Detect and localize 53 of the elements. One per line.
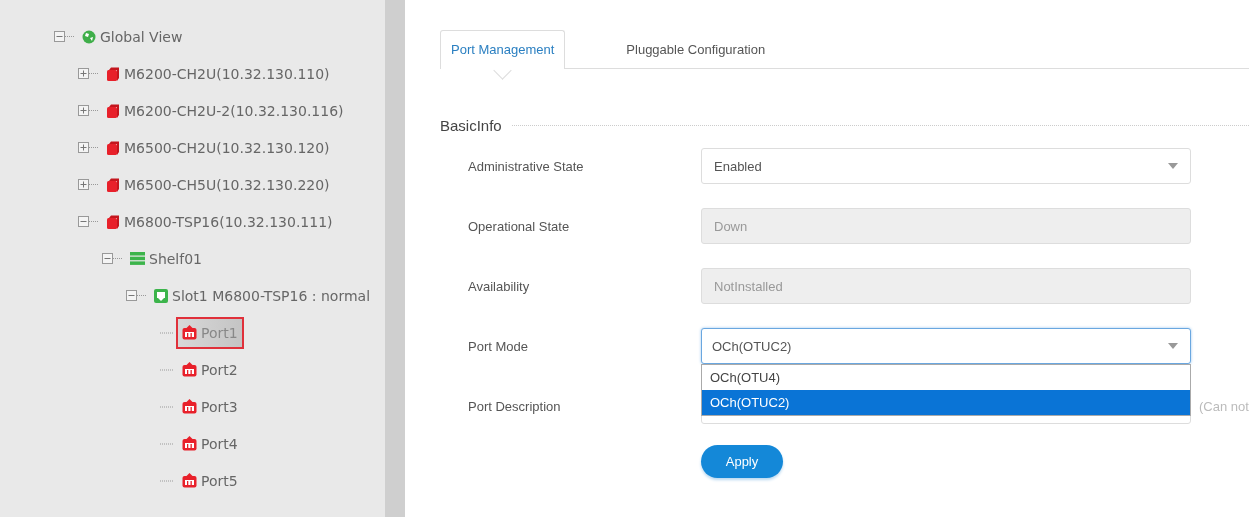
- tree-item[interactable]: Port3: [176, 390, 244, 423]
- tree-item[interactable]: Slot1 M6800-TSP16 : normal: [148, 279, 377, 312]
- tree-item[interactable]: Port4: [176, 427, 244, 460]
- port-icon: [182, 399, 197, 414]
- field-label: Availability: [467, 278, 531, 294]
- connector-line: [160, 479, 174, 482]
- field-label: Port Description: [467, 398, 562, 414]
- device-icon: [106, 103, 120, 118]
- port-icon: [182, 473, 197, 488]
- device-icon: [106, 66, 120, 81]
- collapse-icon[interactable]: [78, 216, 98, 227]
- dropdown-field[interactable]: OCh(OTUC2): [701, 328, 1191, 364]
- caret-icon: [1168, 343, 1178, 349]
- expand-icon[interactable]: [78, 142, 98, 153]
- dropdown-option[interactable]: OCh(OTU4): [702, 365, 1190, 390]
- connector-line: [160, 442, 174, 445]
- tree-item[interactable]: Port5: [176, 464, 244, 497]
- tree-item[interactable]: M6500-CH2U(10.32.130.120): [100, 131, 336, 164]
- collapse-icon[interactable]: [54, 31, 74, 42]
- field-label: Port Mode: [467, 338, 529, 354]
- port-icon: [182, 325, 197, 340]
- field-label: Administrative State: [467, 158, 585, 174]
- tree-item[interactable]: M6800-TSP16(10.32.130.111): [100, 205, 339, 238]
- port-icon: [182, 436, 197, 451]
- shelf-icon: [130, 252, 145, 265]
- globe-icon: [82, 29, 96, 44]
- tree-item[interactable]: M6200-CH2U-2(10.32.130.116): [100, 94, 350, 127]
- connector-line: [160, 331, 174, 334]
- caret-icon: [1168, 163, 1178, 169]
- expand-icon[interactable]: [78, 68, 98, 79]
- collapse-icon[interactable]: [102, 253, 122, 264]
- device-icon: [106, 140, 120, 155]
- card-icon: [154, 288, 168, 303]
- dropdown-option[interactable]: OCh(OTUC2): [702, 390, 1190, 415]
- tree-item[interactable]: Port2: [176, 353, 244, 386]
- tab[interactable]: Pluggable Configuration: [615, 30, 777, 68]
- expand-icon[interactable]: [78, 179, 98, 190]
- field-hint: (Can not: [1199, 398, 1249, 414]
- tree-item[interactable]: M6500-CH5U(10.32.130.220): [100, 168, 336, 201]
- tree-item[interactable]: M6200-CH2U(10.32.130.110): [100, 57, 336, 90]
- connector-line: [160, 368, 174, 371]
- connector-line: [160, 405, 174, 408]
- section-title: BasicInfo: [440, 116, 502, 134]
- device-icon: [106, 177, 120, 192]
- tree-item[interactable]: Shelf01: [124, 242, 208, 275]
- apply-button[interactable]: Apply: [701, 445, 783, 478]
- port-icon: [182, 362, 197, 377]
- dropdown-field[interactable]: Enabled: [701, 148, 1191, 184]
- collapse-icon[interactable]: [126, 290, 146, 301]
- device-icon: [106, 214, 120, 229]
- expand-icon[interactable]: [78, 105, 98, 116]
- tree-item[interactable]: Global View: [76, 20, 189, 53]
- field-label: Operational State: [467, 218, 571, 234]
